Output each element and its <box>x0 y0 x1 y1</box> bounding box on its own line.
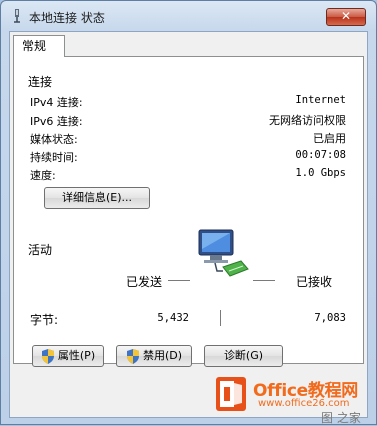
site-watermark: Office教程网 www.office26.com 图 之家 <box>213 373 377 425</box>
duration-value: 00:07:08 <box>295 149 346 161</box>
window-title: 本地连接 状态 <box>29 11 105 25</box>
speed-label: 速度: <box>30 169 56 182</box>
disable-button[interactable]: 禁用(D) <box>116 345 192 367</box>
ipv4-value: Internet <box>295 94 346 106</box>
activity-section-title: 活动 <box>28 243 53 257</box>
close-button[interactable]: ✕ <box>326 8 366 26</box>
media-state-label: 媒体状态: <box>30 133 78 146</box>
properties-button[interactable]: 属性(P) <box>32 345 104 367</box>
speed-value: 1.0 Gbps <box>295 167 346 179</box>
bytes-divider <box>220 310 221 326</box>
received-connector-line <box>253 280 275 281</box>
bytes-sent-value: 5,432 <box>157 312 189 324</box>
office-logo-icon <box>216 377 246 411</box>
received-label: 已接收 <box>296 275 333 289</box>
section-divider <box>98 80 348 81</box>
duration-label: 持续时间: <box>30 151 78 164</box>
title-bar: 本地连接 状态 ✕ <box>1 1 376 31</box>
ipv6-label: IPv6 连接: <box>30 115 83 128</box>
ipv4-label: IPv4 连接: <box>30 96 83 109</box>
uac-shield-icon <box>41 348 54 364</box>
network-activity-icon <box>198 229 249 277</box>
disable-button-label: 禁用(D) <box>142 349 183 362</box>
sent-connector-line <box>168 280 190 281</box>
ipv6-value: 无网络访问权限 <box>269 114 346 127</box>
sent-label: 已发送 <box>126 275 163 289</box>
network-adapter-icon <box>14 9 20 23</box>
uac-shield-icon <box>126 348 139 364</box>
watermark-extra: 图 之家 <box>321 411 361 425</box>
diagnose-button[interactable]: 诊断(G) <box>204 345 283 367</box>
bytes-label: 字节: <box>30 313 59 327</box>
bytes-received-value: 7,083 <box>314 312 346 324</box>
connection-section-title: 连接 <box>28 75 53 89</box>
watermark-url: www.office26.com <box>258 398 350 409</box>
tab-panel-general: 连接 IPv4 连接: Internet IPv6 连接: 无网络访问权限 媒体… <box>13 56 364 364</box>
client-area: 常规 连接 IPv4 连接: Internet IPv6 连接: 无网络访问权限… <box>9 31 368 418</box>
media-state-value: 已启用 <box>313 132 346 145</box>
tab-general[interactable]: 常规 <box>13 35 65 57</box>
status-dialog: 本地连接 状态 ✕ 常规 连接 IPv4 连接: Internet IPv6 连… <box>0 0 377 425</box>
properties-button-label: 属性(P) <box>57 349 96 362</box>
details-button[interactable]: 详细信息(E)... <box>44 187 150 209</box>
